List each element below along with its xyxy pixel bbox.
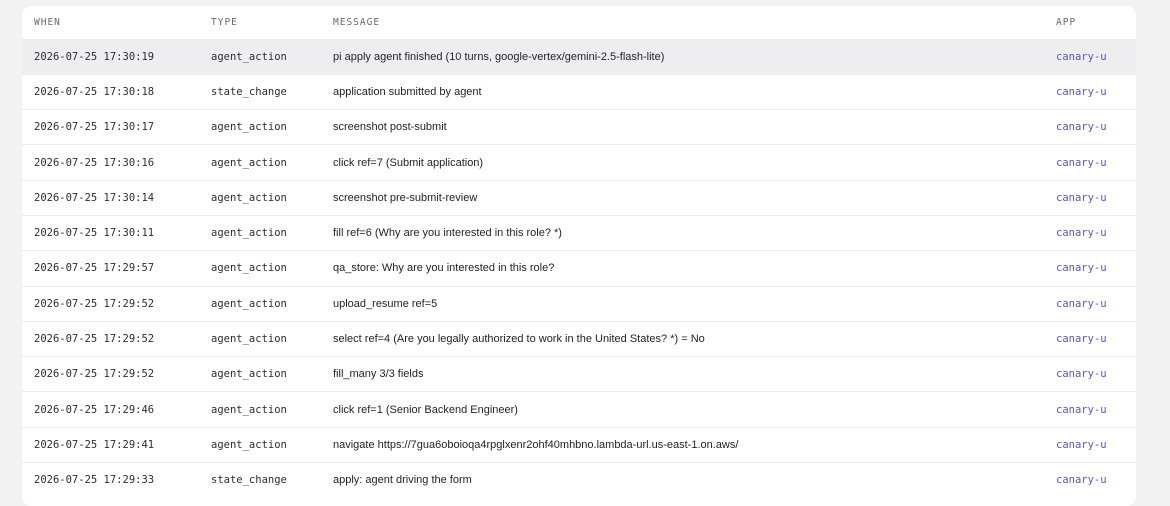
table-row[interactable]: 2026-07-25 17:29:52 agent_action upload_re…: [22, 286, 1136, 321]
cell-when: 2026-07-25 17:30:11: [34, 227, 155, 240]
cell-when: 2026-07-25 17:30:18: [34, 85, 155, 98]
cell-type: agent_action: [211, 403, 287, 416]
cell-message: fill ref=6 (Why are you interested in th…: [333, 227, 562, 240]
cell-message: click ref=7 (Submit application): [333, 156, 484, 169]
cell-when: 2026-07-25 17:30:16: [34, 156, 155, 169]
table-row[interactable]: 2026-07-25 17:29:52 agent_action fill_many…: [22, 356, 1136, 392]
cell-when: 2026-07-25 17:30:17: [34, 121, 155, 134]
cell-message: click ref=1 (Senior Backend Engineer): [333, 403, 518, 416]
cell-app: canary-u: [1056, 227, 1107, 240]
cell-type: agent_action: [211, 50, 287, 63]
table-header: WHEN TYPE MESSAGE APP: [22, 6, 1136, 39]
cell-message: application submitted by agent: [333, 85, 482, 98]
cell-message: fill_many 3/3 fields: [333, 368, 424, 381]
cell-type: agent_action: [211, 297, 287, 310]
cell-type: state_change: [211, 85, 287, 98]
table-row[interactable]: 2026-07-25 17:29:52 agent_action select re…: [22, 321, 1136, 356]
cell-app: canary-u: [1056, 438, 1107, 451]
cell-when: 2026-07-25 17:29:41: [34, 438, 155, 451]
cell-app: canary-u: [1056, 85, 1107, 98]
cell-message: pi apply agent finished (10 turns, googl…: [333, 50, 665, 63]
table-row[interactable]: 2026-07-25 17:30:17 agent_action screensho…: [22, 109, 1136, 145]
cell-app: canary-u: [1056, 50, 1107, 63]
table-row[interactable]: 2026-07-25 17:29:33 state_change apply: ag…: [22, 462, 1136, 498]
table-row[interactable]: 2026-07-25 17:29:41 agent_action navigate …: [22, 427, 1136, 462]
cell-type: agent_action: [211, 438, 287, 451]
cell-when: 2026-07-25 17:29:52: [34, 368, 155, 381]
event-log-table: WHEN TYPE MESSAGE APP 2026-07-25 17:30:1…: [22, 6, 1136, 498]
table-row[interactable]: 2026-07-25 17:30:19 agent_action pi apply …: [22, 39, 1136, 75]
table-body: 2026-07-25 17:30:19 agent_action pi apply …: [22, 39, 1136, 498]
cell-when: 2026-07-25 17:29:57: [34, 262, 155, 275]
table-row[interactable]: 2026-07-25 17:30:14 agent_action screensho…: [22, 180, 1136, 215]
cell-app: canary-u: [1056, 474, 1107, 487]
cell-type: agent_action: [211, 156, 287, 169]
cell-type: agent_action: [211, 191, 287, 204]
column-header-type[interactable]: TYPE: [211, 6, 333, 39]
cell-when: 2026-07-25 17:29:52: [34, 333, 155, 346]
cell-message: screenshot pre-submit-review: [333, 191, 478, 204]
cell-message: upload_resume ref=5: [333, 297, 438, 310]
cell-when: 2026-07-25 17:30:19: [34, 50, 155, 63]
cell-app: canary-u: [1056, 403, 1107, 416]
cell-when: 2026-07-25 17:29:33: [34, 474, 155, 487]
cell-when: 2026-07-25 17:29:52: [34, 297, 155, 310]
cell-type: agent_action: [211, 227, 287, 240]
cell-type: agent_action: [211, 333, 287, 346]
cell-app: canary-u: [1056, 262, 1107, 275]
cell-message: qa_store: Why are you interested in this…: [333, 262, 555, 275]
column-header-app[interactable]: APP: [1056, 6, 1136, 39]
column-header-message[interactable]: MESSAGE: [333, 6, 1056, 39]
table-row[interactable]: 2026-07-25 17:30:16 agent_action click ref…: [22, 144, 1136, 180]
table-row[interactable]: 2026-07-25 17:30:11 agent_action fill ref=…: [22, 215, 1136, 250]
cell-app: canary-u: [1056, 297, 1107, 310]
cell-app: canary-u: [1056, 333, 1107, 346]
table-row[interactable]: 2026-07-25 17:30:18 state_change applicati…: [22, 74, 1136, 109]
cell-type: agent_action: [211, 368, 287, 381]
cell-when: 2026-07-25 17:30:14: [34, 191, 155, 204]
cell-type: agent_action: [211, 262, 287, 275]
cell-message: apply: agent driving the form: [333, 474, 472, 487]
cell-app: canary-u: [1056, 368, 1107, 381]
cell-type: state_change: [211, 474, 287, 487]
cell-app: canary-u: [1056, 191, 1107, 204]
event-log-card: WHEN TYPE MESSAGE APP 2026-07-25 17:30:1…: [22, 6, 1136, 506]
cell-when: 2026-07-25 17:29:46: [34, 403, 155, 416]
table-row[interactable]: 2026-07-25 17:29:57 agent_action qa_store:…: [22, 250, 1136, 286]
cell-app: canary-u: [1056, 121, 1107, 134]
cell-app: canary-u: [1056, 156, 1107, 169]
cell-type: agent_action: [211, 121, 287, 134]
cell-message: screenshot post-submit: [333, 121, 447, 134]
table-row[interactable]: 2026-07-25 17:29:46 agent_action click ref…: [22, 391, 1136, 427]
cell-message: navigate https://7gua6oboioqa4rpglxenr2o…: [333, 438, 739, 451]
cell-message: select ref=4 (Are you legally authorized…: [333, 333, 705, 346]
column-header-when[interactable]: WHEN: [22, 6, 211, 39]
